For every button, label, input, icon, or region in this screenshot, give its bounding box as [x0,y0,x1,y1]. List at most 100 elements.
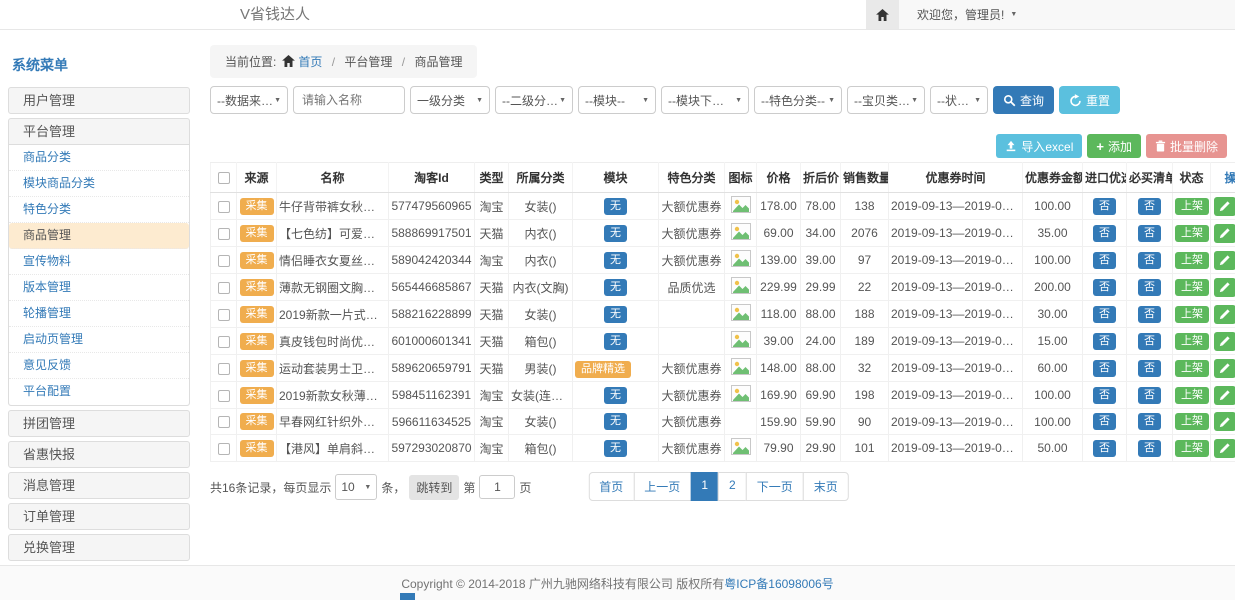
edit-button[interactable] [1214,251,1235,270]
status-badge[interactable]: 上架 [1175,440,1209,457]
import-select-toggle[interactable]: 否 [1093,198,1116,215]
import-select-toggle[interactable]: 否 [1093,440,1116,457]
must-buy-toggle[interactable]: 否 [1138,333,1161,350]
add-button[interactable]: + 添加 [1087,134,1141,158]
sidebar-section-3[interactable]: 省惠快报 [9,442,189,467]
sidebar-item-0[interactable]: 商品分类 [9,145,189,171]
row-checkbox[interactable] [218,201,230,213]
import-select-toggle[interactable]: 否 [1093,360,1116,377]
row-checkbox[interactable] [218,282,230,294]
row-checkbox[interactable] [218,336,230,348]
page-number-input[interactable] [479,475,515,499]
filter-select-level1-category[interactable]: 一级分类▼ [410,86,490,114]
must-buy-toggle[interactable]: 否 [1138,198,1161,215]
filter-select-status[interactable]: --状态--▼ [930,86,988,114]
import-excel-button[interactable]: 导入excel [996,134,1082,158]
edit-button[interactable] [1214,224,1235,243]
row-checkbox[interactable] [218,363,230,375]
import-select-toggle[interactable]: 否 [1093,387,1116,404]
page-button-首页[interactable]: 首页 [588,472,634,501]
status-badge[interactable]: 上架 [1175,387,1209,404]
edit-button[interactable] [1214,359,1235,378]
column-header: 进口优选 [1083,163,1127,193]
status-badge[interactable]: 上架 [1175,225,1209,242]
filter-select-module[interactable]: --模块--▼ [578,86,656,114]
filter-select-item-type[interactable]: --宝贝类型--▼ [847,86,925,114]
filter-select-data-source[interactable]: --数据来源--▼ [210,86,288,114]
filter-select-feature-category[interactable]: --特色分类--▼ [754,86,842,114]
sidebar-item-5[interactable]: 版本管理 [9,275,189,301]
sidebar-item-6[interactable]: 轮播管理 [9,301,189,327]
source-badge: 采集 [240,198,274,215]
sidebar-section-6[interactable]: 兑换管理 [9,535,189,560]
edit-button[interactable] [1214,439,1235,458]
sidebar-item-9[interactable]: 平台配置 [9,379,189,405]
sidebar-item-3-active[interactable]: 商品管理 [9,223,189,249]
price: 159.90 [757,409,801,435]
row-checkbox[interactable] [218,416,230,428]
must-buy-toggle[interactable]: 否 [1138,387,1161,404]
coupon-amount: 60.00 [1023,355,1083,382]
sidebar-section-2[interactable]: 拼团管理 [9,411,189,436]
edit-button[interactable] [1214,197,1235,216]
row-checkbox[interactable] [218,309,230,321]
edit-button[interactable] [1214,305,1235,324]
status-badge[interactable]: 上架 [1175,306,1209,323]
page-button-末页[interactable]: 末页 [803,472,849,501]
breadcrumb-home-link[interactable]: 首页 [298,55,322,69]
row-checkbox[interactable] [218,443,230,455]
name-search-input[interactable] [293,86,405,114]
batch-delete-button[interactable]: 批量删除 [1146,134,1227,158]
status-badge[interactable]: 上架 [1175,413,1209,430]
page-button-下一页[interactable]: 下一页 [746,472,804,501]
jump-button[interactable]: 跳转到 [409,475,459,500]
must-buy-toggle[interactable]: 否 [1138,306,1161,323]
import-select-toggle[interactable]: 否 [1093,333,1116,350]
import-select-toggle[interactable]: 否 [1093,252,1116,269]
import-select-toggle[interactable]: 否 [1093,225,1116,242]
row-checkbox[interactable] [218,255,230,267]
row-checkbox[interactable] [218,390,230,402]
import-select-toggle[interactable]: 否 [1093,413,1116,430]
must-buy-toggle[interactable]: 否 [1138,252,1161,269]
sidebar-item-4[interactable]: 宣传物料 [9,249,189,275]
home-button[interactable] [866,0,899,29]
status-badge[interactable]: 上架 [1175,360,1209,377]
search-button[interactable]: 查询 [993,86,1054,114]
must-buy-toggle[interactable]: 否 [1138,225,1161,242]
status-badge[interactable]: 上架 [1175,252,1209,269]
edit-button[interactable] [1214,278,1235,297]
import-select-toggle[interactable]: 否 [1093,279,1116,296]
edit-button[interactable] [1214,386,1235,405]
sidebar-item-8[interactable]: 意见反馈 [9,353,189,379]
must-buy-toggle[interactable]: 否 [1138,360,1161,377]
per-page-select[interactable]: 10▼ [335,474,377,500]
sidebar-section-0[interactable]: 用户管理 [9,88,189,113]
page-button-1[interactable]: 1 [690,472,719,501]
discount-price: 59.90 [801,409,841,435]
user-menu[interactable]: 欢迎您，管理员! ▼ [899,0,1235,29]
edit-button[interactable] [1214,332,1235,351]
must-buy-toggle[interactable]: 否 [1138,440,1161,457]
sidebar-item-1[interactable]: 模块商品分类 [9,171,189,197]
reset-button[interactable]: 重置 [1059,86,1120,114]
status-badge[interactable]: 上架 [1175,198,1209,215]
status-badge[interactable]: 上架 [1175,333,1209,350]
page-button-上一页[interactable]: 上一页 [633,472,691,501]
edit-button[interactable] [1214,412,1235,431]
import-select-toggle[interactable]: 否 [1093,306,1116,323]
page-button-2[interactable]: 2 [718,472,747,501]
filter-select-module-sub-category[interactable]: --模块下分类--▼ [661,86,749,114]
icp-link[interactable]: 粤ICP备16098006号 [724,575,833,592]
filter-select-level2-category[interactable]: --二级分类--▼ [495,86,573,114]
sidebar-section-5[interactable]: 订单管理 [9,504,189,529]
must-buy-toggle[interactable]: 否 [1138,279,1161,296]
row-checkbox[interactable] [218,228,230,240]
sidebar-item-2[interactable]: 特色分类 [9,197,189,223]
sidebar-section-4[interactable]: 消息管理 [9,473,189,498]
select-all-checkbox[interactable] [218,172,230,184]
must-buy-toggle[interactable]: 否 [1138,413,1161,430]
sidebar-section-1[interactable]: 平台管理 [9,119,189,144]
sidebar-item-7[interactable]: 启动页管理 [9,327,189,353]
status-badge[interactable]: 上架 [1175,279,1209,296]
